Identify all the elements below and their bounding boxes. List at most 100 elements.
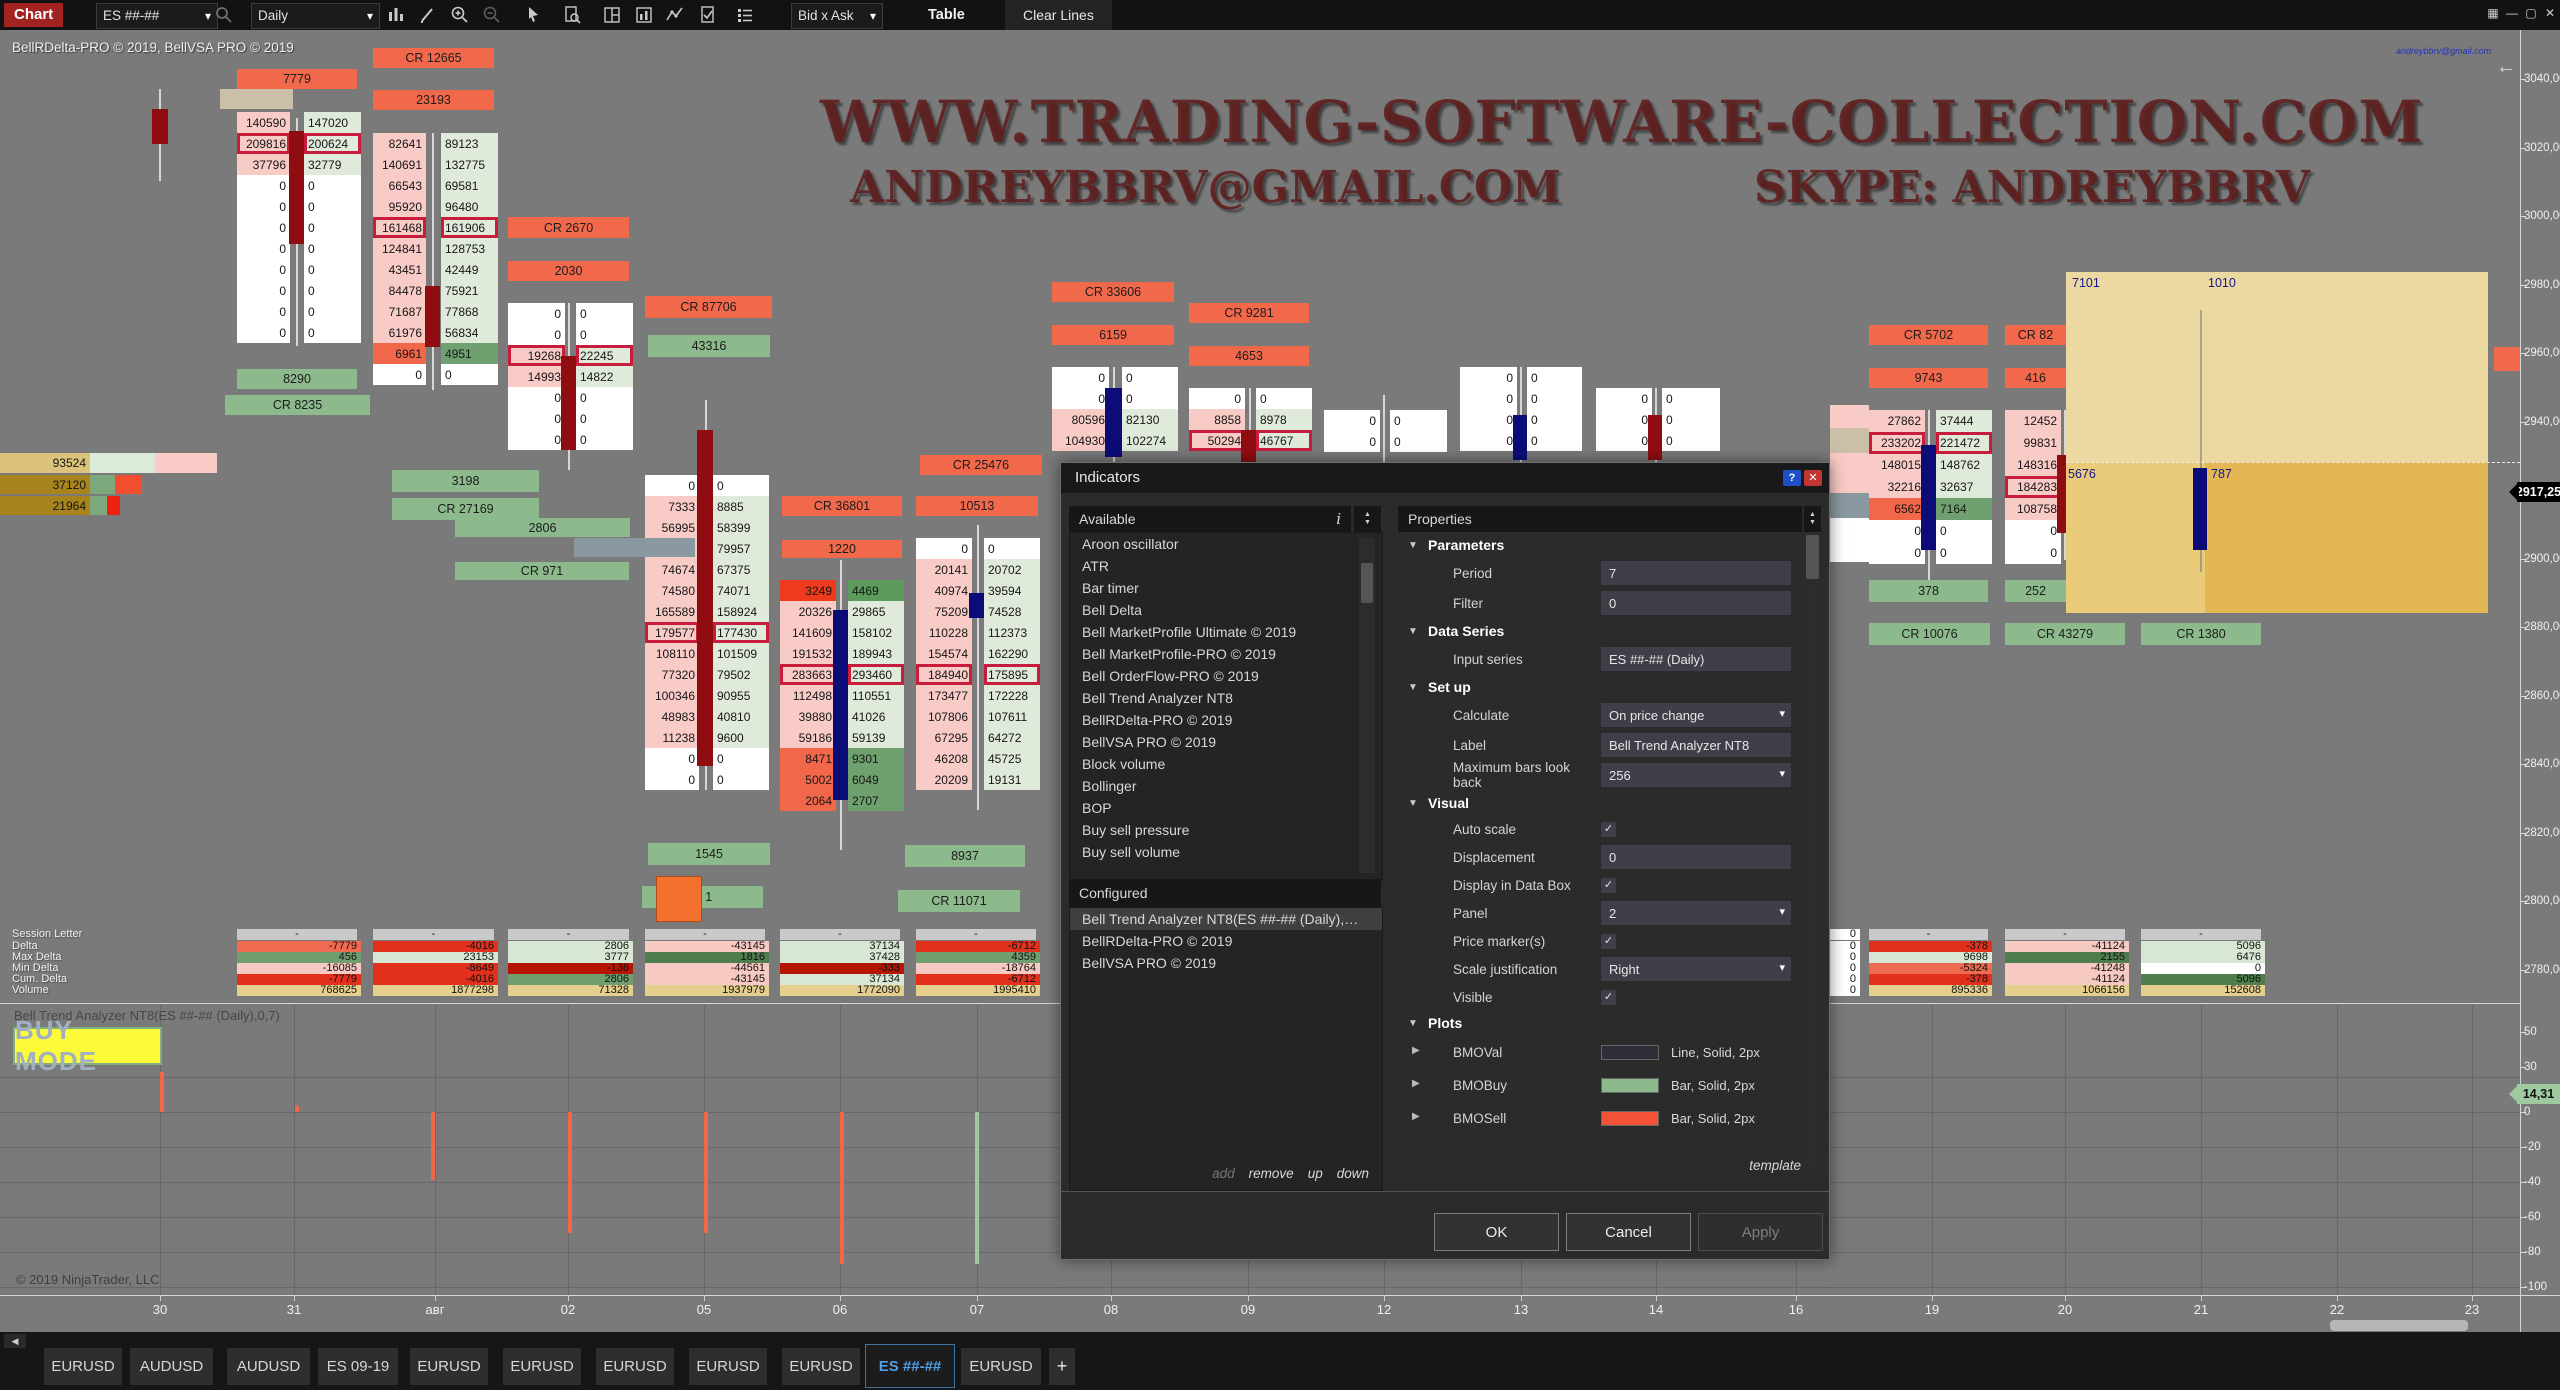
cluster-label: CR 971 bbox=[455, 562, 629, 580]
available-indicator-item[interactable]: BellVSA PRO © 2019 bbox=[1070, 731, 1382, 753]
overlay-volume-label: 787 bbox=[2211, 467, 2232, 481]
configured-indicator-item[interactable]: Bell Trend Analyzer NT8(ES ##-## (Daily)… bbox=[1070, 908, 1382, 930]
price-marker-s--checkbox[interactable]: ✓ bbox=[1601, 934, 1616, 949]
dialog-title[interactable]: Indicators bbox=[1061, 463, 1829, 493]
chart-trader-icon[interactable] bbox=[632, 4, 656, 26]
ok-button[interactable]: OK bbox=[1434, 1213, 1559, 1251]
available-indicator-item[interactable]: Bar timer bbox=[1070, 577, 1382, 599]
add-link[interactable]: add bbox=[1212, 1166, 1235, 1181]
strategies-icon[interactable] bbox=[696, 4, 720, 26]
tab-eurusd[interactable]: EURUSD bbox=[503, 1348, 581, 1385]
available-indicator-item[interactable]: Bollinger bbox=[1070, 775, 1382, 797]
table-button[interactable]: Table bbox=[928, 0, 965, 30]
available-indicator-item[interactable]: Buy sell pressure bbox=[1070, 819, 1382, 841]
search-icon[interactable] bbox=[212, 4, 236, 26]
info-icon[interactable]: i bbox=[1336, 510, 1341, 528]
remove-link[interactable]: remove bbox=[1249, 1166, 1294, 1181]
indicator-line-icon[interactable] bbox=[663, 4, 687, 26]
draw-pencil-icon[interactable] bbox=[416, 4, 440, 26]
tab-eurusd[interactable]: EURUSD bbox=[961, 1348, 1041, 1385]
visible-checkbox[interactable]: ✓ bbox=[1601, 990, 1616, 1005]
available-indicator-item[interactable]: Bell OrderFlow-PRO © 2019 bbox=[1070, 665, 1382, 687]
expand-arrow-icon[interactable]: ▶ bbox=[1412, 1045, 1420, 1056]
auto-scale-checkbox[interactable]: ✓ bbox=[1601, 822, 1616, 837]
available-indicator-item[interactable]: Bell Trend Analyzer NT8 bbox=[1070, 687, 1382, 709]
grid-icon[interactable]: ▦ bbox=[2484, 5, 2502, 22]
scale-justification-select[interactable]: Right▾ bbox=[1601, 957, 1791, 981]
properties-scrollbar[interactable] bbox=[1804, 532, 1821, 1172]
section-plots[interactable]: ▼Plots bbox=[1398, 1010, 1802, 1036]
restore-icon[interactable]: ▢ bbox=[2522, 5, 2540, 22]
input-series-input[interactable]: ES ##-## (Daily) bbox=[1601, 647, 1791, 671]
chart-menu-button[interactable]: Chart bbox=[4, 3, 63, 27]
panel-select[interactable]: 2▾ bbox=[1601, 901, 1791, 925]
configured-indicator-item[interactable]: BellVSA PRO © 2019 bbox=[1070, 952, 1382, 974]
tab-audusd[interactable]: AUDUSD bbox=[227, 1348, 310, 1385]
scroll-back-arrow-icon[interactable]: ← bbox=[2496, 56, 2516, 79]
tab-eurusd[interactable]: EURUSD bbox=[689, 1348, 767, 1385]
footprint-ask-cell: 189943 bbox=[848, 643, 904, 664]
displacement-input[interactable]: 0 bbox=[1601, 845, 1791, 869]
period-select[interactable]: Daily▾ bbox=[251, 3, 380, 29]
data-box-icon[interactable] bbox=[560, 4, 584, 26]
section-parameters[interactable]: ▼Parameters bbox=[1398, 532, 1802, 558]
horizontal-scrollbar-thumb[interactable] bbox=[2330, 1320, 2468, 1331]
up-link[interactable]: up bbox=[1308, 1166, 1323, 1181]
instrument-select[interactable]: ES ##-##▾ bbox=[96, 3, 218, 29]
tab-scroll-left-icon[interactable]: ◀ bbox=[4, 1334, 26, 1348]
apply-button[interactable]: Apply bbox=[1698, 1213, 1823, 1251]
chart-style-icon[interactable] bbox=[384, 4, 408, 26]
tab-eurusd[interactable]: EURUSD bbox=[410, 1348, 488, 1385]
available-indicator-item[interactable]: BOP bbox=[1070, 797, 1382, 819]
section-visual[interactable]: ▼Visual bbox=[1398, 790, 1802, 816]
available-indicator-item[interactable]: BellRDelta-PRO © 2019 bbox=[1070, 709, 1382, 731]
panels-layout-icon[interactable] bbox=[600, 4, 624, 26]
cancel-button[interactable]: Cancel bbox=[1566, 1213, 1691, 1251]
properties-scroll-spinner[interactable]: ▲▼ bbox=[1804, 506, 1821, 532]
filter-input[interactable]: 0 bbox=[1601, 591, 1791, 615]
plot-style[interactable]: Bar, Solid, 2px bbox=[1601, 1111, 1802, 1126]
plot-style[interactable]: Line, Solid, 2px bbox=[1601, 1045, 1802, 1060]
label-input[interactable]: Bell Trend Analyzer NT8 bbox=[1601, 733, 1791, 757]
clear-lines-button[interactable]: Clear Lines bbox=[1005, 0, 1112, 30]
available-indicator-item[interactable]: Bell Delta bbox=[1070, 599, 1382, 621]
close-icon[interactable]: ✕ bbox=[1804, 470, 1822, 486]
available-indicator-item[interactable]: Aroon oscillator bbox=[1070, 533, 1382, 555]
available-scrollbar-thumb[interactable] bbox=[1361, 563, 1373, 603]
available-scrollbar[interactable] bbox=[1359, 538, 1375, 873]
indicators-list-icon[interactable] bbox=[733, 4, 757, 26]
plot-style[interactable]: Bar, Solid, 2px bbox=[1601, 1078, 1802, 1093]
tab-eurusd[interactable]: EURUSD bbox=[596, 1348, 674, 1385]
tab-eurusd[interactable]: EURUSD bbox=[782, 1348, 860, 1385]
tab-es-[interactable]: ES ##-## bbox=[865, 1344, 955, 1388]
available-indicator-item[interactable]: Block volume bbox=[1070, 753, 1382, 775]
tab-audusd[interactable]: AUDUSD bbox=[130, 1348, 213, 1385]
add-tab-button[interactable]: + bbox=[1049, 1348, 1075, 1385]
down-link[interactable]: down bbox=[1337, 1166, 1369, 1181]
configured-indicator-item[interactable]: BellRDelta-PRO © 2019 bbox=[1070, 930, 1382, 952]
bid-ask-select[interactable]: Bid x Ask▾ bbox=[791, 3, 883, 29]
close-icon[interactable]: ✕ bbox=[2541, 5, 2559, 22]
zoom-out-icon[interactable] bbox=[480, 4, 504, 26]
calculate-select[interactable]: On price change▾ bbox=[1601, 703, 1791, 727]
available-indicator-item[interactable]: Bell MarketProfile Ultimate © 2019 bbox=[1070, 621, 1382, 643]
available-indicator-item[interactable]: ATR bbox=[1070, 555, 1382, 577]
help-icon[interactable]: ? bbox=[1783, 470, 1801, 486]
properties-scrollbar-thumb[interactable] bbox=[1806, 535, 1819, 579]
section-data-series[interactable]: ▼Data Series bbox=[1398, 618, 1802, 644]
expand-arrow-icon[interactable]: ▶ bbox=[1412, 1111, 1420, 1122]
available-indicator-item[interactable]: Bell MarketProfile-PRO © 2019 bbox=[1070, 643, 1382, 665]
available-scroll-spinner[interactable]: ▲▼ bbox=[1354, 506, 1381, 532]
maximum-bars-look-back-select[interactable]: 256▾ bbox=[1601, 763, 1791, 787]
tab-eurusd[interactable]: EURUSD bbox=[44, 1348, 122, 1385]
minimize-icon[interactable]: — bbox=[2503, 5, 2521, 22]
cursor-icon[interactable] bbox=[521, 4, 545, 26]
template-link[interactable]: template bbox=[1749, 1158, 1801, 1173]
tab-es-09-19[interactable]: ES 09-19 bbox=[318, 1348, 398, 1385]
expand-arrow-icon[interactable]: ▶ bbox=[1412, 1078, 1420, 1089]
zoom-in-icon[interactable] bbox=[448, 4, 472, 26]
period-input[interactable]: 7 bbox=[1601, 561, 1791, 585]
display-in-data-box-checkbox[interactable]: ✓ bbox=[1601, 878, 1616, 893]
section-set-up[interactable]: ▼Set up bbox=[1398, 674, 1802, 700]
available-indicator-item[interactable]: Buy sell volume bbox=[1070, 841, 1382, 863]
